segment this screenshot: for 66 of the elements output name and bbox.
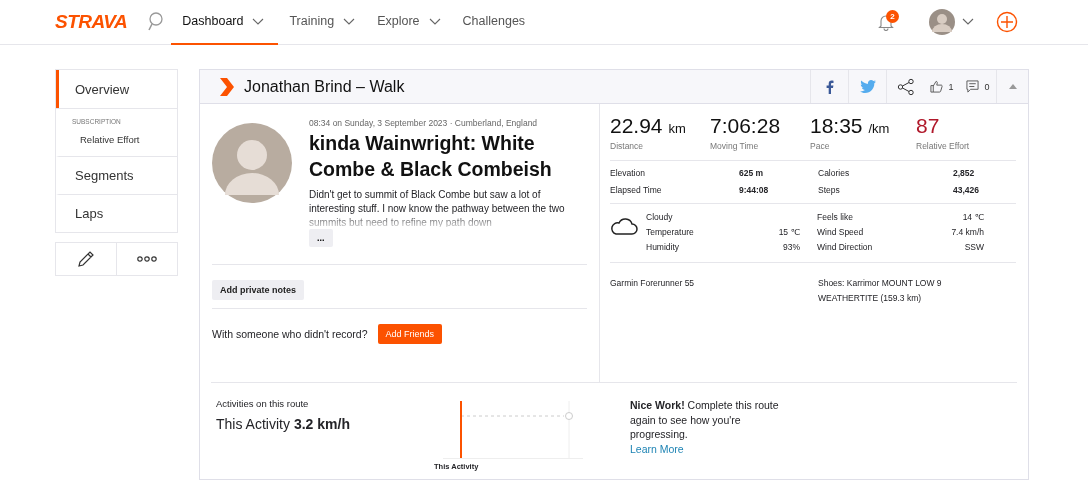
route-activity-label: This Activity [216, 416, 290, 432]
detail-value: 625 m [739, 168, 765, 178]
nav-tab[interactable]: Dashboard [171, 0, 279, 45]
route-speed: 3.2 km/h [293, 416, 350, 432]
detail-label: Steps [818, 185, 841, 195]
sidebar-item[interactable]: Relative Effort [56, 131, 177, 156]
kudos-button[interactable]: 1 [924, 70, 960, 103]
activity-name: kinda Wainwright: White Combe & Black Combeish [309, 131, 553, 182]
activity-title: Jonathan Brind – Walk [244, 77, 405, 96]
cloud-icon [610, 216, 638, 236]
private-notes-button[interactable]: Add private notes [212, 280, 304, 300]
stat-value: 87 [916, 114, 941, 138]
nav-tab[interactable]: Training [278, 0, 367, 45]
device-name: Garmin Forerunner 55 [610, 277, 696, 290]
pencil-icon [76, 249, 96, 269]
detail-label: Elapsed Time [610, 185, 663, 195]
notifications-icon[interactable] [877, 13, 895, 31]
weather-value: 7.4 km/h [950, 227, 984, 237]
stat-label: Distance [610, 141, 645, 151]
share-icon [896, 77, 915, 96]
triangle-up-icon [1008, 84, 1017, 89]
weather-value: 93% [782, 242, 800, 252]
notification-badge: 2 [886, 9, 899, 23]
stat-value: 7:06:28 [710, 114, 782, 138]
weather-value: SSW [963, 242, 984, 252]
detail-label: Elevation [610, 168, 646, 178]
expand-button[interactable]: ... [309, 229, 333, 247]
nav-tab[interactable]: Challenges [451, 0, 537, 45]
weather-label: Humidity [646, 242, 681, 252]
chevron-icon [219, 77, 235, 96]
thumbs-up-icon [930, 80, 944, 93]
friends-prompt: With someone who didn't record? [212, 328, 368, 340]
sidebar-item[interactable]: Segments [56, 156, 177, 194]
more-icon [137, 256, 157, 262]
stat-value: 22.94 km [610, 114, 687, 138]
weather-label: Wind Speed [817, 227, 865, 237]
facebook-icon [825, 79, 834, 94]
detail-value: 2,852 [953, 168, 976, 178]
detail-value: 43,426 [953, 185, 980, 195]
stat-value: 18:35 /km [810, 114, 891, 138]
add-icon[interactable] [996, 11, 1018, 33]
learn-more-link[interactable]: Learn More [630, 441, 684, 456]
stat-label: Pace [810, 141, 831, 151]
route-heading: Activities on this route [216, 398, 310, 409]
sidebar-item[interactable]: Overview [56, 70, 177, 108]
stat-label: Moving Time [710, 141, 760, 151]
weather-label: Wind Direction [817, 242, 874, 252]
weather-value: 15 ℃ [777, 227, 800, 237]
detail-label: Calories [818, 168, 851, 178]
sidebar-item[interactable]: Laps [56, 194, 177, 232]
nav-tab[interactable]: Explore [366, 0, 452, 45]
activity-date-location: 08:34 on Sunday, 3 September 2023 · Cumberland, England [309, 118, 539, 128]
weather-label: Temperature [646, 227, 695, 237]
route-message: Nice Work! Complete this route again to see how you're progressing. [630, 398, 780, 442]
search-icon[interactable] [147, 12, 164, 32]
weather-label: Feels like [817, 212, 854, 222]
weather-value: 14 ℃ [961, 212, 984, 222]
caret-icon[interactable] [962, 18, 974, 26]
stat-label: Relative Effort [916, 141, 971, 151]
shoes-info: Shoes: Karrimor MOUNT LOW 9 WEATHERTITE (159.3 km) [818, 277, 943, 305]
detail-value: 9:44:08 [739, 185, 770, 195]
comment-icon [966, 80, 980, 93]
weather-condition: Cloudy [646, 212, 674, 222]
avatar-icon[interactable] [929, 9, 955, 35]
bird-icon [859, 80, 876, 93]
comments-button[interactable]: 0 [960, 70, 996, 103]
